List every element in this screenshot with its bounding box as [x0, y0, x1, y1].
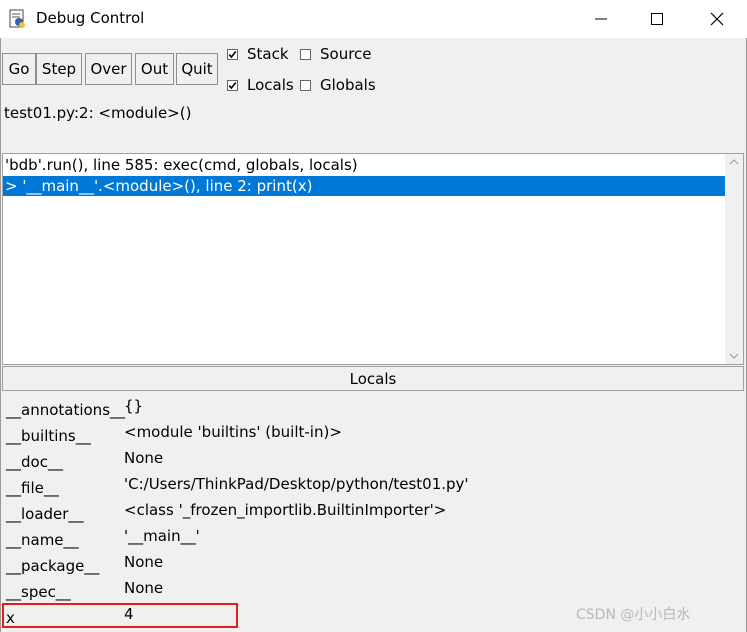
close-button[interactable]	[686, 0, 747, 38]
stack-checkbox[interactable]: Stack	[227, 45, 289, 63]
local-name: __file__	[6, 479, 59, 497]
local-value: None	[124, 553, 164, 571]
check-icon	[227, 79, 238, 91]
watermark: CSDN @小小白水	[576, 607, 691, 623]
maximize-icon	[651, 13, 663, 25]
window-border-left	[0, 38, 1, 632]
local-value: <module 'builtins' (built-in)>	[124, 423, 342, 441]
stack-label: Stack	[247, 45, 289, 63]
close-icon	[710, 12, 724, 26]
status-line: test01.py:2: <module>()	[4, 104, 192, 122]
stack-list[interactable]: 'bdb'.run(), line 585: exec(cmd, globals…	[2, 153, 744, 365]
local-value: None	[124, 579, 164, 597]
out-button[interactable]: Out	[135, 53, 174, 85]
title-bar: Debug Control	[0, 0, 747, 38]
over-button[interactable]: Over	[85, 53, 132, 85]
maximize-button[interactable]	[626, 0, 688, 38]
highlight-box	[2, 603, 238, 628]
app-icon	[9, 9, 25, 28]
local-name: __name__	[6, 531, 79, 549]
checkbox-empty-icon	[300, 48, 311, 60]
window-title: Debug Control	[36, 9, 145, 27]
scroll-up-icon	[729, 159, 739, 165]
minimize-icon	[595, 18, 607, 20]
local-name: __builtins__	[6, 427, 91, 445]
stack-scrollbar[interactable]	[725, 154, 743, 364]
local-value: None	[124, 449, 164, 467]
stack-row-selected[interactable]: > '__main__'.<module>(), line 2: print(x…	[3, 176, 725, 196]
local-name: __package__	[6, 557, 100, 575]
globals-label: Globals	[320, 76, 376, 94]
go-button[interactable]: Go	[2, 53, 36, 85]
source-label: Source	[320, 45, 372, 63]
check-icon	[227, 48, 238, 60]
stack-row[interactable]: 'bdb'.run(), line 585: exec(cmd, globals…	[3, 155, 358, 175]
local-name: __annotations__	[6, 401, 126, 419]
globals-checkbox[interactable]: Globals	[300, 76, 376, 94]
step-button[interactable]: Step	[36, 53, 82, 85]
minimize-button[interactable]	[570, 0, 632, 38]
local-name: __loader__	[6, 505, 84, 523]
locals-header: Locals	[2, 366, 744, 391]
local-value: 'C:/Users/ThinkPad/Desktop/python/test01…	[124, 475, 469, 493]
local-name: __spec__	[6, 583, 71, 601]
local-value: {}	[124, 397, 144, 415]
source-checkbox[interactable]: Source	[300, 45, 372, 63]
scroll-down-icon	[729, 353, 739, 359]
checkbox-empty-icon	[300, 79, 311, 91]
locals-label: Locals	[247, 76, 294, 94]
local-value: '__main__'	[124, 527, 200, 545]
quit-button[interactable]: Quit	[176, 53, 218, 85]
local-name: __doc__	[6, 453, 63, 471]
local-value: <class '_frozen_importlib.BuiltinImporte…	[124, 501, 447, 519]
locals-checkbox[interactable]: Locals	[227, 76, 294, 94]
